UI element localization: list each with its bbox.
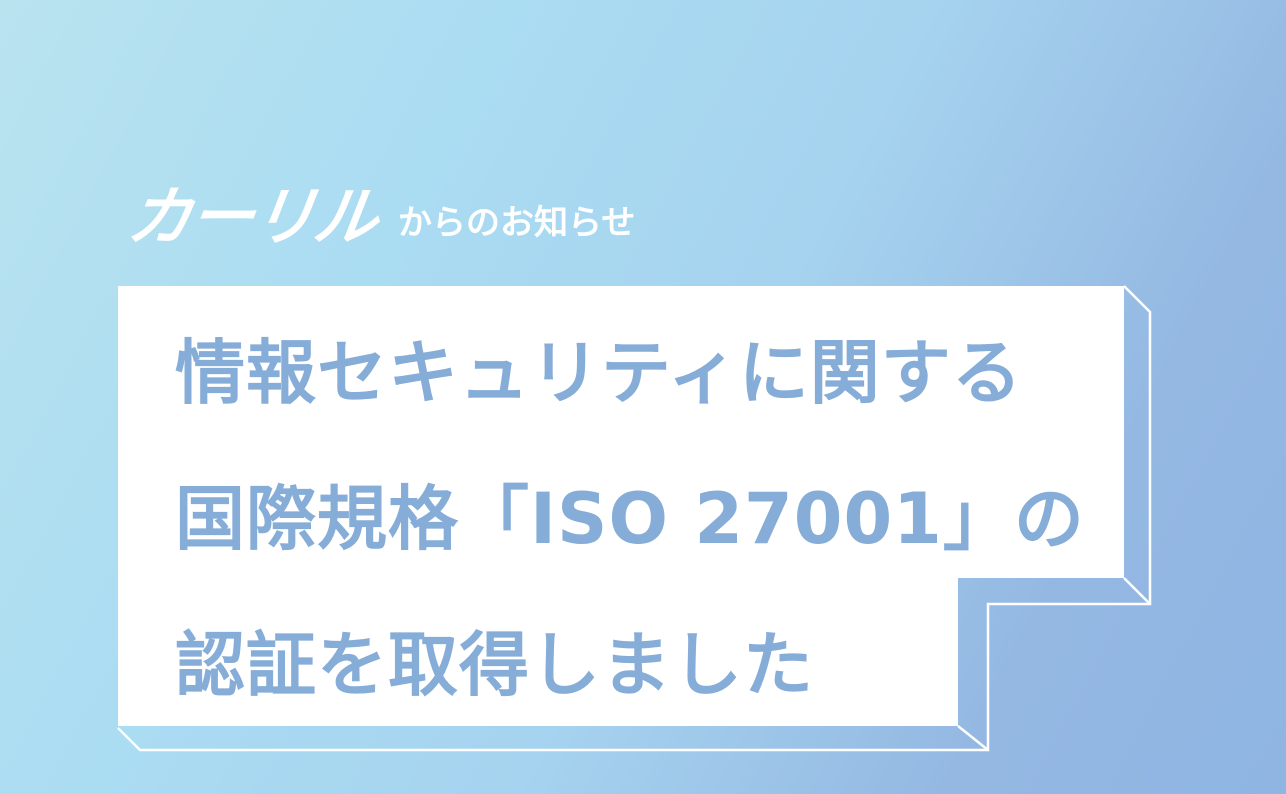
headline: 情報セキュリティに関する 国際規格「ISO 27001」の 認証を取得しました: [175, 300, 1085, 738]
headline-line-1: 情報セキュリティに関する: [175, 332, 1023, 414]
headline-line-2: 国際規格「ISO 27001」の: [175, 478, 1085, 560]
panel-edge-1: [1123, 577, 1151, 605]
headline-line-3: 認証を取得しました: [175, 624, 814, 706]
